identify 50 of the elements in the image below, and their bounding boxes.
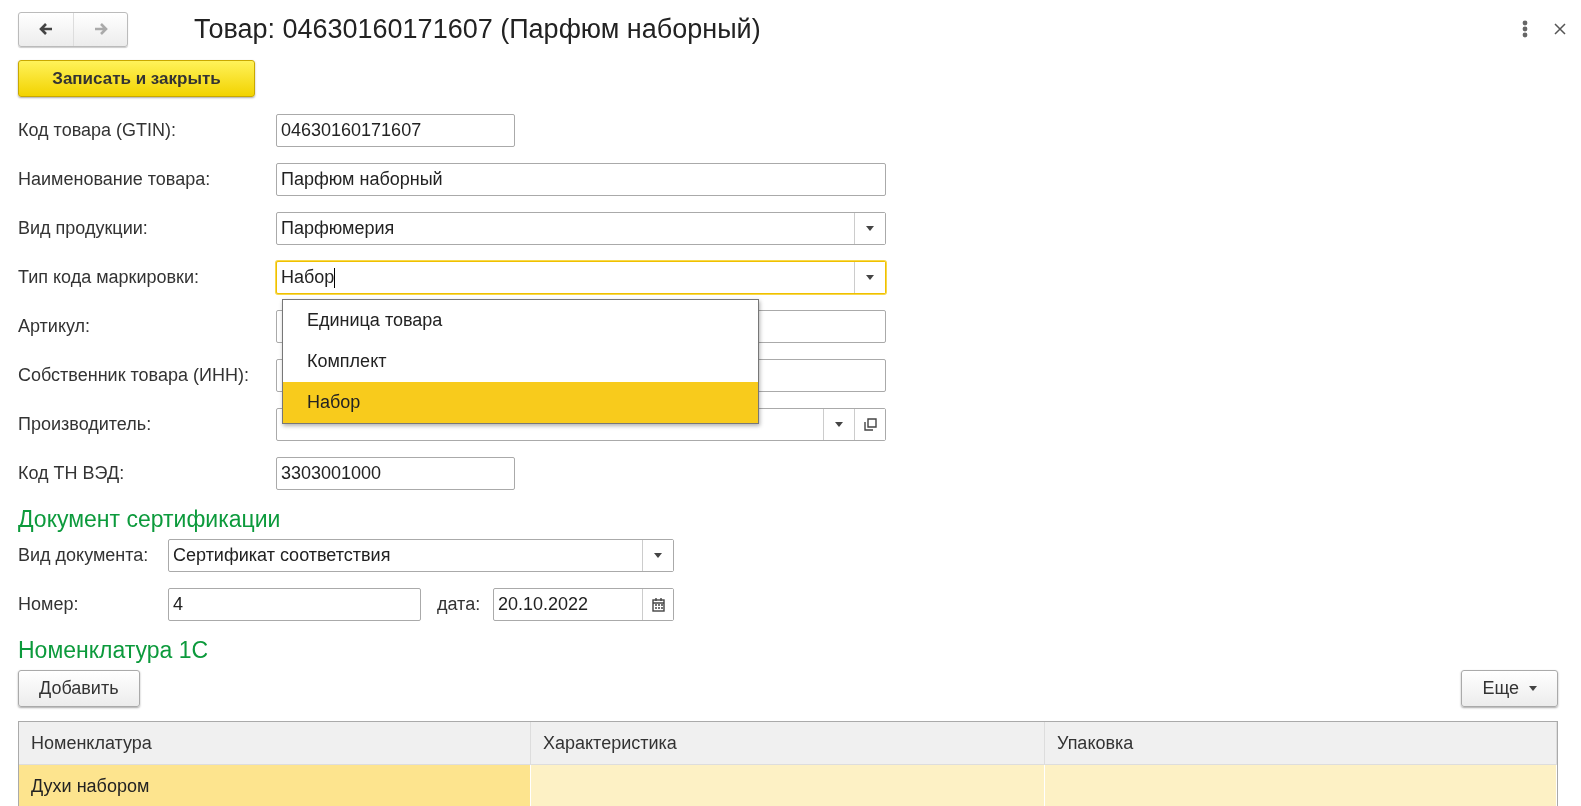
field-label: Артикул:	[18, 316, 92, 337]
column-header[interactable]: Характеристика	[531, 722, 1045, 765]
open-window-icon	[863, 418, 877, 431]
field-label: Собственник товара (ИНН):	[18, 365, 250, 386]
close-icon	[1554, 23, 1566, 35]
field-label: дата:	[436, 594, 482, 615]
arrow-right-icon	[92, 22, 109, 36]
window-title: Товар: 04630160171607 (Парфюм наборный)	[194, 13, 762, 45]
column-header[interactable]: Упаковка	[1045, 722, 1557, 765]
dropdown-field[interactable]: Парфюмерия	[276, 212, 886, 245]
dropdown-field[interactable]: Сертификат соответствия	[168, 539, 674, 572]
calendar-icon	[651, 597, 665, 612]
section-heading: Документ сертификации	[18, 506, 282, 533]
input-field[interactable]: Парфюм наборный	[276, 163, 886, 196]
arrow-left-icon	[38, 22, 54, 36]
input-field[interactable]: 3303001000	[276, 457, 515, 490]
input-field[interactable]: 4	[168, 588, 421, 621]
dropdown-option[interactable]: Набор	[283, 382, 758, 423]
dropdown-field[interactable]: Набор	[276, 261, 886, 294]
field-label: Код товара (GTIN):	[18, 120, 178, 141]
dropdown-button[interactable]	[642, 540, 673, 571]
date-field[interactable]: 20.10.2022	[493, 588, 674, 621]
caret-down-icon	[866, 275, 874, 280]
column-header[interactable]: Номенклатура	[19, 722, 531, 765]
section-heading: Номенклатура 1С	[18, 637, 210, 664]
more-vertical-icon	[1522, 20, 1528, 38]
add-button[interactable]: Добавить	[18, 670, 140, 707]
field-label: Производитель:	[18, 414, 153, 435]
field-label: Тип кода маркировки:	[18, 267, 201, 288]
caret-down-icon	[654, 553, 662, 558]
open-button[interactable]	[854, 409, 885, 440]
dropdown-button[interactable]	[854, 262, 885, 293]
caret-down-icon	[866, 226, 874, 231]
more-actions-button[interactable]: Еще	[1461, 670, 1558, 707]
dropdown-button[interactable]	[854, 213, 885, 244]
field-label: Вид продукции:	[18, 218, 149, 239]
close-button[interactable]	[1554, 23, 1566, 35]
field-label: Наименование товара:	[18, 169, 212, 190]
save-and-close-button[interactable]: Записать и закрыть	[18, 60, 255, 97]
field-label: Номер:	[18, 594, 80, 615]
dropdown-option[interactable]: Комплект	[283, 341, 758, 382]
caret-down-icon	[1529, 686, 1537, 691]
table-cell: Духи набором	[19, 765, 531, 806]
calendar-button[interactable]	[642, 589, 673, 620]
dropdown-option[interactable]: Единица товара	[283, 300, 758, 341]
more-button[interactable]	[1522, 20, 1528, 38]
field-label: Вид документа:	[18, 545, 150, 566]
field-label: Код ТН ВЭД:	[18, 463, 126, 484]
input-field[interactable]: 04630160171607	[276, 114, 515, 147]
caret-down-icon	[835, 422, 843, 427]
